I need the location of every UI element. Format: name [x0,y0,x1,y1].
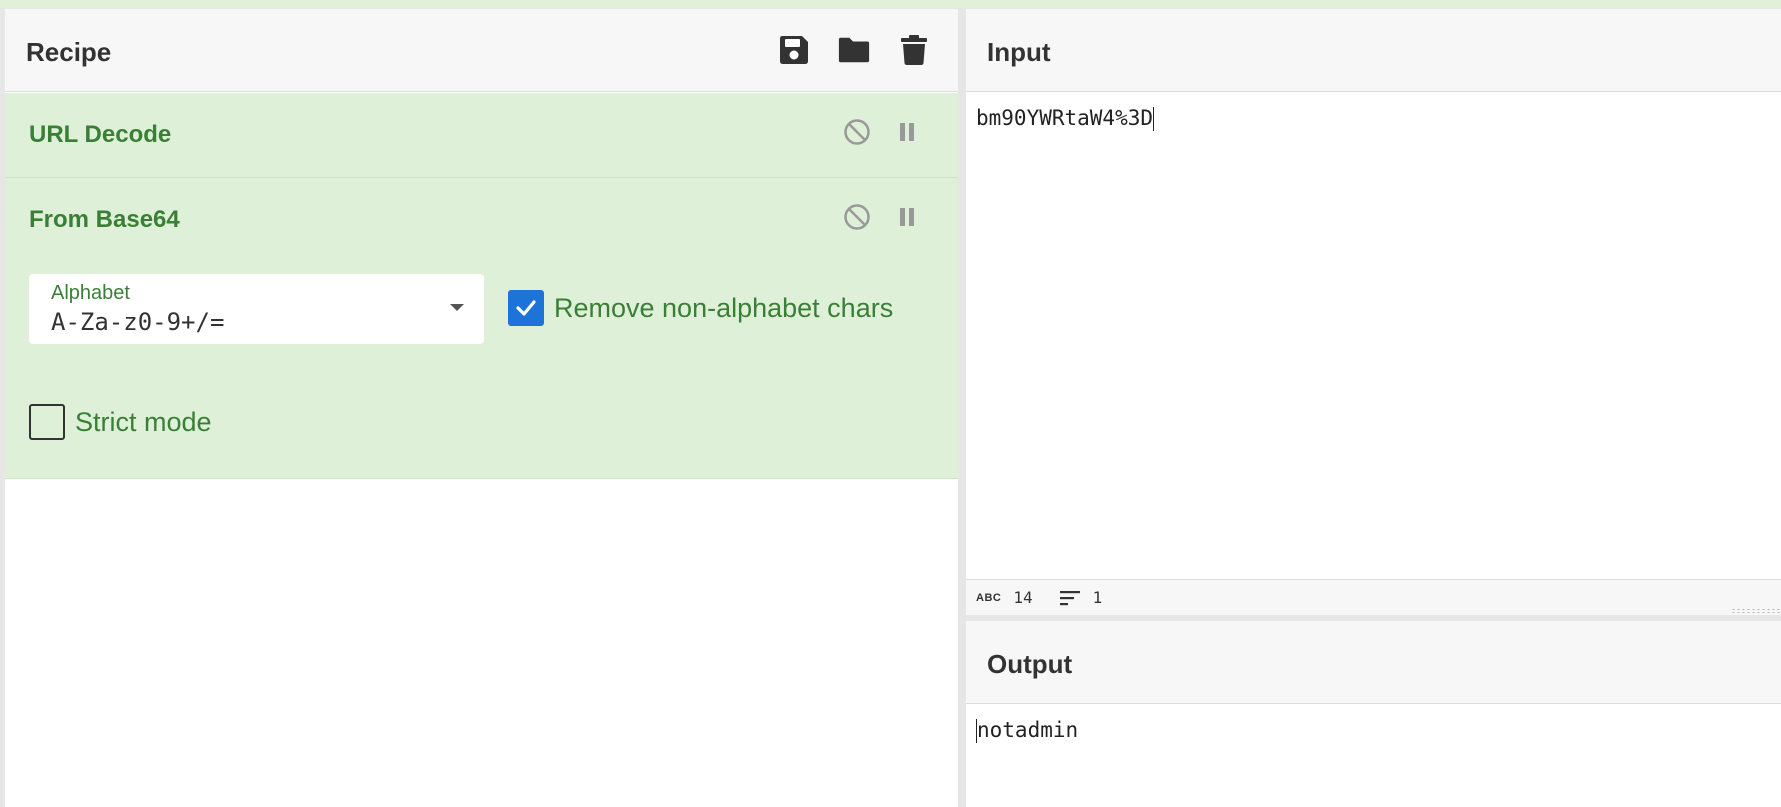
char-count: ABC 14 [976,588,1033,607]
remove-non-alphabet-option[interactable]: Remove non-alphabet chars [508,290,893,326]
input-textarea[interactable]: bm90YWRtaW4%3D [976,106,1155,131]
input-panel: Input bm90YWRtaW4%3D ABC 14 1 [966,9,1781,615]
pause-icon[interactable] [892,117,922,147]
input-header: Input [966,9,1781,92]
alphabet-select[interactable]: Alphabet A-Za-z0-9+/= [29,274,484,344]
operation-title: URL Decode [29,121,172,148]
remove-non-alphabet-label: Remove non-alphabet chars [554,292,894,323]
strict-mode-checkbox[interactable] [29,404,65,440]
operation-title: From Base64 [29,206,180,233]
operation-controls [842,202,922,232]
strict-mode-option[interactable]: Strict mode [29,404,212,440]
recipe-title: Recipe [26,37,112,67]
recipe-panel: Recipe URL Decode From Base64 Alphabet A… [5,9,958,807]
operation-controls [842,117,922,147]
text-caret [1153,107,1155,131]
checkmark-icon [516,300,536,316]
folder-icon[interactable] [837,33,871,67]
chevron-down-icon[interactable] [450,304,464,311]
line-count-value: 1 [1092,588,1103,607]
panel-resize-handle[interactable] [1731,608,1781,614]
alphabet-value: A-Za-z0-9+/= [51,308,225,336]
alphabet-label: Alphabet [51,282,130,304]
lines-icon [1059,590,1080,605]
trash-icon[interactable] [897,33,931,67]
input-title: Input [987,37,1051,67]
pause-icon[interactable] [892,202,922,232]
input-value: bm90YWRtaW4%3D [976,106,1154,130]
remove-non-alphabet-checkbox[interactable] [508,290,544,326]
abc-icon: ABC [976,591,1002,604]
output-title: Output [987,649,1073,679]
top-strip [0,0,1781,8]
disable-icon[interactable] [842,202,872,232]
operation-from-base64[interactable]: From Base64 Alphabet A-Za-z0-9+/= Remove… [5,178,958,479]
input-status-bar: ABC 14 1 [966,579,1781,615]
output-panel: Output notadmin [966,621,1781,807]
recipe-header: Recipe [5,9,958,92]
operation-url-decode[interactable]: URL Decode [5,93,958,178]
output-header: Output [966,621,1781,704]
save-icon[interactable] [777,33,811,67]
line-count: 1 [1059,588,1103,607]
output-value: notadmin [977,718,1079,742]
output-textarea[interactable]: notadmin [976,718,1078,743]
strict-mode-label: Strict mode [75,406,212,437]
char-count-value: 14 [1013,588,1033,607]
disable-icon[interactable] [842,117,872,147]
recipe-toolbar [777,33,931,67]
